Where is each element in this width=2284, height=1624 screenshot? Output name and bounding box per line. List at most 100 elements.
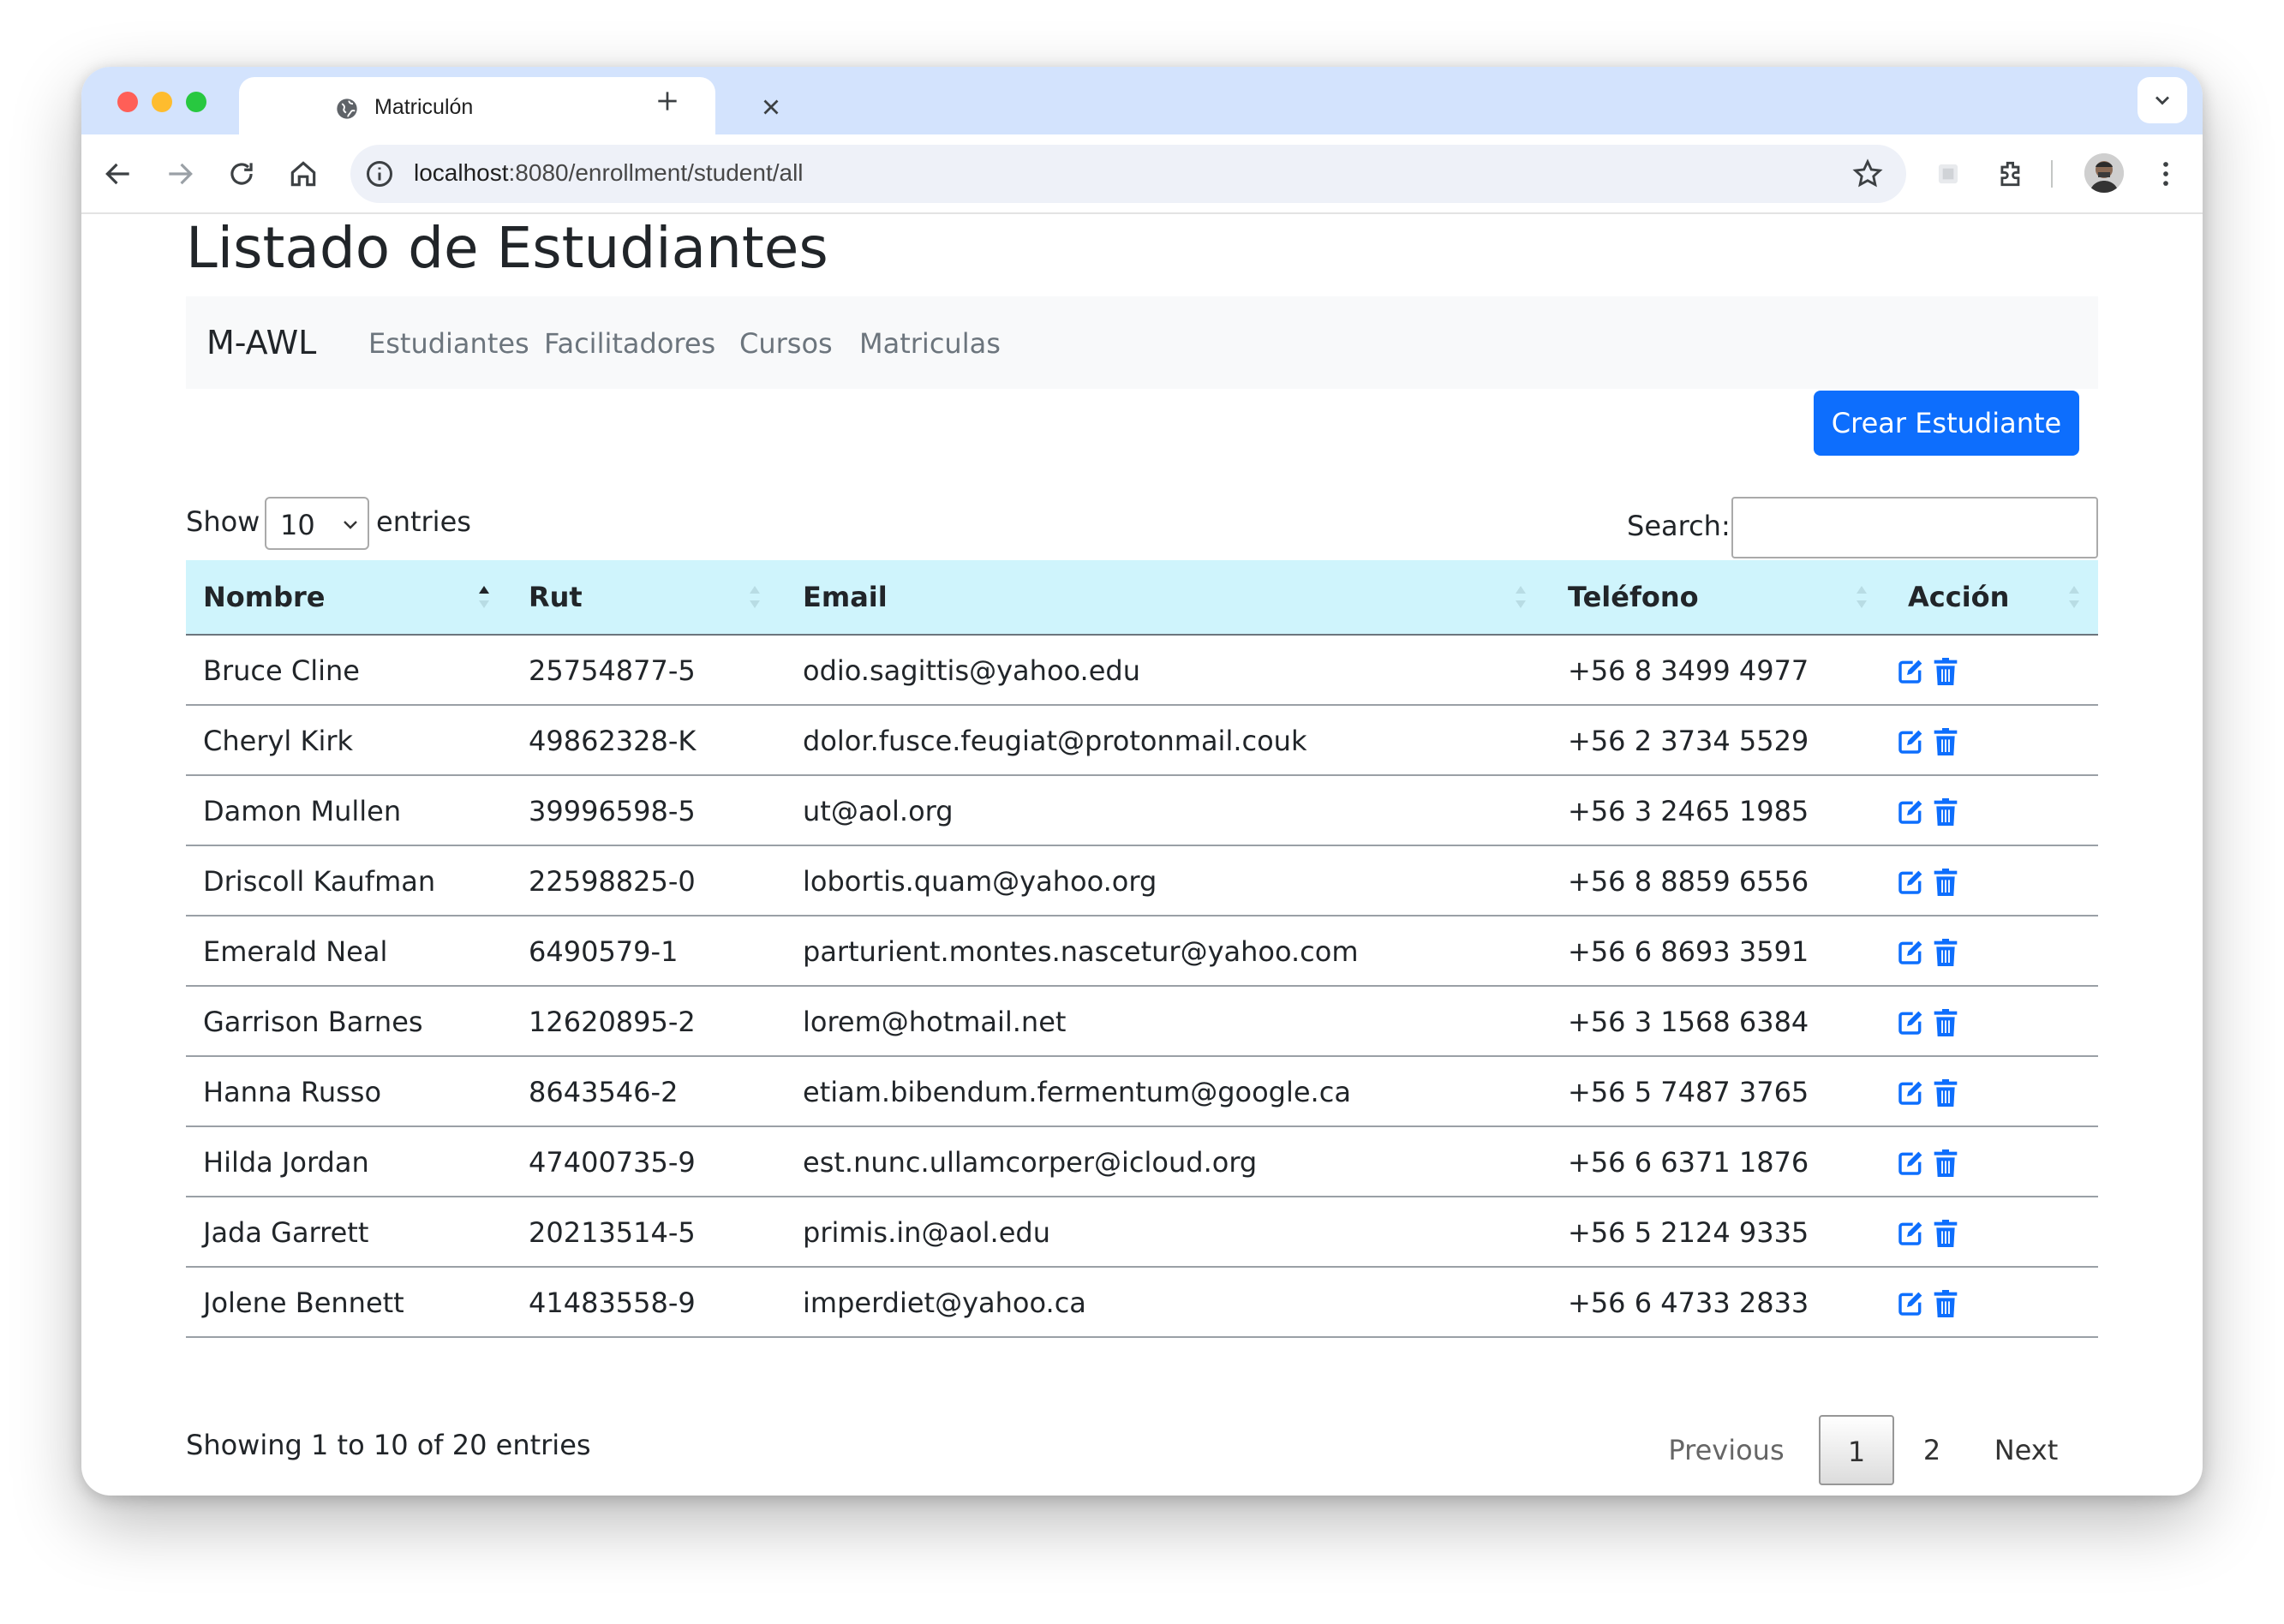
table-row: Hanna Russo 8643546-2 etiam.bibendum.fer…	[186, 1057, 2098, 1127]
table-row: Jada Garrett 20213514-5 primis.in@aol.ed…	[186, 1197, 2098, 1268]
sort-icon	[1516, 586, 1526, 608]
cell-telefono: +56 3 2465 1985	[1568, 795, 1809, 827]
table-row: Damon Mullen 39996598-5 ut@aol.org +56 3…	[186, 776, 2098, 846]
close-tab-icon[interactable]	[758, 94, 784, 120]
navbar-brand[interactable]: M-AWL	[206, 324, 316, 361]
tab-strip: Matriculón	[81, 67, 2203, 134]
edit-icon[interactable]	[1896, 869, 1925, 896]
cell-nombre: Hilda Jordan	[203, 1146, 369, 1179]
column-header-email[interactable]: Email	[803, 581, 888, 613]
cell-rut: 49862328-K	[529, 725, 697, 757]
reload-icon[interactable]	[225, 158, 258, 190]
trash-icon[interactable]	[1934, 1149, 1958, 1177]
cell-nombre: Jolene Bennett	[203, 1287, 404, 1319]
column-header-rut[interactable]: Rut	[529, 581, 583, 613]
cell-email: lorem@hotmail.net	[803, 1006, 1067, 1038]
cell-rut: 25754877-5	[529, 654, 696, 687]
nav-link-cursos[interactable]: Cursos	[739, 327, 833, 360]
cell-nombre: Cheryl Kirk	[203, 725, 354, 757]
edit-icon[interactable]	[1896, 1220, 1925, 1247]
avatar-image	[2084, 153, 2124, 193]
pagination-page-2[interactable]: 2	[1904, 1415, 1959, 1485]
cell-rut: 47400735-9	[529, 1146, 696, 1179]
edit-icon[interactable]	[1896, 939, 1925, 966]
profile-avatar[interactable]	[2084, 153, 2124, 193]
browser-tab[interactable]: Matriculón	[239, 77, 779, 134]
extension-puzzle-grey-icon[interactable]	[1932, 158, 1964, 190]
sort-ascending-icon	[479, 586, 489, 608]
cell-email: odio.sagittis@yahoo.edu	[803, 654, 1140, 687]
entries-label: entries	[376, 505, 471, 538]
forward-arrow-icon[interactable]	[164, 158, 196, 190]
chevron-down-icon	[344, 521, 357, 529]
tab-search-button[interactable]	[2138, 77, 2187, 123]
edit-icon[interactable]	[1896, 1290, 1925, 1317]
trash-icon[interactable]	[1934, 728, 1958, 755]
edit-icon[interactable]	[1896, 1079, 1925, 1107]
table-header-row: Nombre Rut Email Teléfono Acción	[186, 560, 2098, 636]
cell-nombre: Driscoll Kaufman	[203, 865, 436, 898]
table-row: Driscoll Kaufman 22598825-0 lobortis.qua…	[186, 846, 2098, 916]
info-icon[interactable]	[364, 158, 395, 189]
cell-rut: 22598825-0	[529, 865, 696, 898]
more-menu-icon[interactable]	[2149, 158, 2182, 190]
entries-per-page-select[interactable]: 10	[265, 497, 369, 550]
cell-email: lobortis.quam@yahoo.org	[803, 865, 1157, 898]
column-header-accion[interactable]: Acción	[1908, 581, 2009, 613]
cell-email: dolor.fusce.feugiat@protonmail.couk	[803, 725, 1307, 757]
trash-icon[interactable]	[1934, 1290, 1958, 1317]
edit-icon[interactable]	[1896, 798, 1925, 826]
cell-email: primis.in@aol.edu	[803, 1216, 1050, 1249]
pagination-page-1[interactable]: 1	[1819, 1415, 1894, 1485]
close-window-button[interactable]	[117, 92, 138, 112]
trash-icon[interactable]	[1934, 658, 1958, 685]
browser-window: Matriculón localhost:8080/enrollment/stu…	[81, 67, 2203, 1496]
cell-telefono: +56 6 6371 1876	[1568, 1146, 1809, 1179]
trash-icon[interactable]	[1934, 939, 1958, 966]
trash-icon[interactable]	[1934, 1220, 1958, 1247]
nav-link-facilitadores[interactable]: Facilitadores	[544, 327, 715, 360]
globe-icon	[337, 99, 357, 119]
edit-icon[interactable]	[1896, 1149, 1925, 1177]
home-icon[interactable]	[287, 158, 320, 190]
table-row: Cheryl Kirk 49862328-K dolor.fusce.feugi…	[186, 706, 2098, 776]
sort-icon	[2069, 586, 2079, 608]
cell-rut: 12620895-2	[529, 1006, 696, 1038]
bookmark-star-icon[interactable]	[1851, 158, 1884, 190]
cell-email: etiam.bibendum.fermentum@google.ca	[803, 1076, 1351, 1108]
minimize-window-button[interactable]	[152, 92, 172, 112]
edit-icon[interactable]	[1896, 658, 1925, 685]
column-header-telefono[interactable]: Teléfono	[1568, 581, 1699, 613]
edit-icon[interactable]	[1896, 728, 1925, 755]
table-row: Jolene Bennett 41483558-9 imperdiet@yaho…	[186, 1268, 2098, 1338]
table-info: Showing 1 to 10 of 20 entries	[186, 1429, 591, 1461]
entries-per-page-value: 10	[280, 509, 315, 541]
new-tab-icon[interactable]	[654, 87, 681, 115]
extensions-icon[interactable]	[1995, 158, 2028, 190]
cell-email: imperdiet@yahoo.ca	[803, 1287, 1086, 1319]
cell-nombre: Garrison Barnes	[203, 1006, 423, 1038]
cell-email: est.nunc.ullamcorper@icloud.org	[803, 1146, 1258, 1179]
chevron-down-icon	[2155, 96, 2169, 105]
toolbar-separator	[2051, 160, 2053, 188]
cell-rut: 8643546-2	[529, 1076, 679, 1108]
back-arrow-icon[interactable]	[102, 158, 135, 190]
pagination-next[interactable]: Next	[1975, 1415, 2078, 1485]
pagination-previous[interactable]: Previous	[1656, 1415, 1797, 1485]
trash-icon[interactable]	[1934, 1009, 1958, 1036]
create-student-button[interactable]: Crear Estudiante	[1814, 391, 2079, 456]
table-row: Emerald Neal 6490579-1 parturient.montes…	[186, 916, 2098, 987]
trash-icon[interactable]	[1934, 869, 1958, 896]
edit-icon[interactable]	[1896, 1009, 1925, 1036]
search-input[interactable]	[1731, 497, 2098, 558]
nav-link-matriculas[interactable]: Matriculas	[859, 327, 1001, 360]
maximize-window-button[interactable]	[186, 92, 206, 112]
nav-link-estudiantes[interactable]: Estudiantes	[368, 327, 529, 360]
cell-nombre: Hanna Russo	[203, 1076, 382, 1108]
trash-icon[interactable]	[1934, 798, 1958, 826]
trash-icon[interactable]	[1934, 1079, 1958, 1107]
address-bar[interactable]: localhost:8080/enrollment/student/all	[350, 145, 1906, 203]
cell-telefono: +56 2 3734 5529	[1568, 725, 1809, 757]
column-header-nombre[interactable]: Nombre	[203, 581, 326, 613]
browser-toolbar: localhost:8080/enrollment/student/all	[81, 134, 2203, 214]
